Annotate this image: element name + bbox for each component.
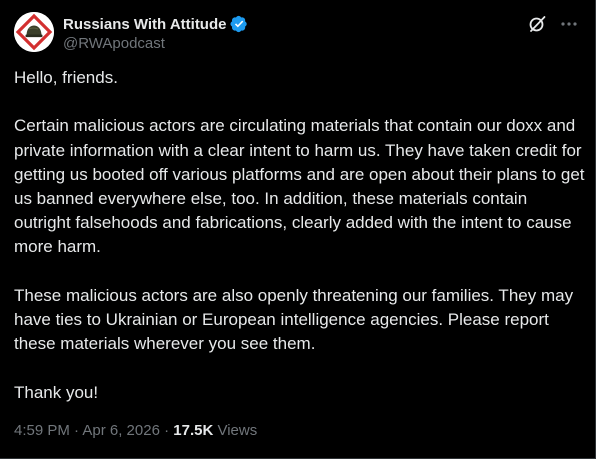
post-paragraph-doxx: Certain malicious actors are circulating…	[14, 116, 585, 257]
post-paragraph-thanks: Thank you!	[14, 382, 99, 402]
avatar[interactable]	[14, 12, 54, 52]
post-header-actions	[527, 14, 579, 34]
post-paragraph-threats: These malicious actors are also openly t…	[14, 285, 574, 354]
post-body: Hello, friends. Certain malicious actors…	[14, 66, 586, 405]
grok-icon[interactable]	[527, 14, 547, 34]
helmet-diamond-logo-icon	[14, 12, 54, 52]
verified-badge-icon[interactable]	[230, 15, 248, 33]
more-icon[interactable]	[559, 14, 579, 34]
post-container: Russians With Attitude @RWApodcast Hello…	[0, 0, 596, 459]
views-count: 17.5K	[173, 422, 214, 439]
post-timestamp[interactable]: 4:59 PM · Apr 6, 2026	[14, 422, 160, 439]
views-label: Views	[213, 422, 258, 439]
author-handle[interactable]: @RWApodcast	[63, 35, 165, 52]
author-name-row: Russians With Attitude	[63, 14, 248, 34]
meta-separator: ·	[159, 422, 174, 439]
post-meta: 4:59 PM · Apr 6, 2026 · 17.5K Views	[14, 422, 257, 439]
author-display-name[interactable]: Russians With Attitude	[63, 16, 226, 33]
post-paragraph-greeting: Hello, friends.	[14, 68, 118, 87]
